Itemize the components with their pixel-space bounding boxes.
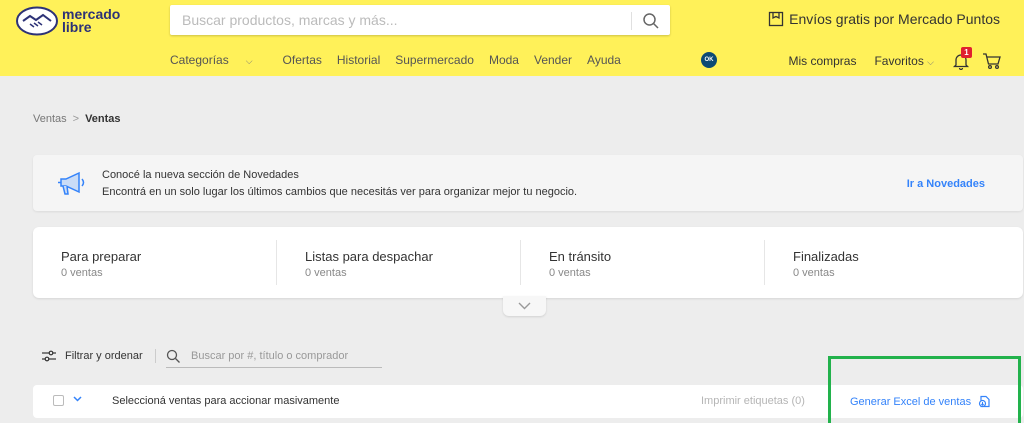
chevron-down-icon: ⌵: [245, 56, 253, 66]
select-all-checkbox[interactable]: [53, 395, 64, 406]
tab-count: 0 ventas: [61, 267, 103, 279]
favorites-link[interactable]: Favoritos ⌵: [874, 54, 934, 68]
nav-history[interactable]: Historial: [337, 53, 380, 67]
promo-disc-icon[interactable]: OK: [701, 52, 717, 68]
search-divider: [631, 12, 632, 30]
main-nav: Categorías ⌵ Ofertas Historial Supermerca…: [170, 53, 636, 67]
tab-title: Listas para despachar: [305, 249, 433, 264]
breadcrumb-parent[interactable]: Ventas: [33, 113, 67, 125]
notice-title: Conocé la nueva sección de Novedades: [102, 169, 299, 181]
tab-count: 0 ventas: [793, 267, 835, 279]
cart-icon[interactable]: [982, 52, 1002, 70]
go-to-news-link[interactable]: Ir a Novedades: [907, 178, 985, 190]
search-input[interactable]: Buscar productos, marcas y más...: [182, 12, 398, 28]
logo-line2: libre: [62, 19, 92, 35]
nav-supermarket[interactable]: Supermercado: [395, 53, 474, 67]
search-icon: [166, 349, 180, 363]
tab-title: Para preparar: [61, 249, 142, 264]
user-nav: Mis compras Favoritos ⌵ 1: [788, 47, 1002, 71]
logo-text: mercado libre: [62, 7, 120, 35]
handshake-logo-icon: [16, 6, 58, 36]
sliders-icon: [42, 350, 56, 362]
breadcrumb-separator: >: [72, 113, 80, 125]
sales-search-field[interactable]: Buscar por #, título o comprador: [166, 346, 382, 368]
filter-bar: Filtrar y ordenar: [42, 349, 168, 363]
chevron-down-icon[interactable]: [73, 396, 82, 402]
breadcrumb-current: Ventas: [85, 113, 121, 125]
tab-title: En tránsito: [549, 249, 612, 264]
tab-to-prepare[interactable]: Para preparar 0 ventas: [33, 240, 277, 285]
nav-categories[interactable]: Categorías ⌵: [170, 53, 268, 67]
highlight-box: [828, 356, 1021, 423]
bulk-select-label: Seleccioná ventas para accionar masivame…: [112, 395, 340, 407]
sales-status-tabs: Para preparar 0 ventas Listas para despa…: [33, 227, 1023, 298]
nav-sell[interactable]: Vender: [534, 53, 572, 67]
expand-tabs-button[interactable]: [503, 296, 546, 316]
tab-count: 0 ventas: [305, 267, 347, 279]
print-labels-button[interactable]: Imprimir etiquetas (0): [701, 395, 805, 407]
chevron-down-icon: ⌵: [927, 57, 934, 67]
promo-text: Envíos gratis por Mercado Puntos: [789, 11, 1000, 27]
logo[interactable]: mercado libre: [16, 6, 120, 36]
tab-count: 0 ventas: [549, 267, 591, 279]
filter-divider: [154, 349, 156, 363]
my-purchases-link[interactable]: Mis compras: [788, 54, 856, 68]
shipping-promo[interactable]: Envíos gratis por Mercado Puntos: [768, 11, 1000, 27]
search-box[interactable]: Buscar productos, marcas y más...: [170, 5, 670, 35]
tab-title: Finalizadas: [793, 249, 859, 264]
notifications-button[interactable]: 1: [952, 47, 972, 71]
nav-offers[interactable]: Ofertas: [283, 53, 322, 67]
notice-text: Encontrá en un solo lugar los últimos ca…: [102, 186, 578, 198]
notification-badge: 1: [961, 47, 972, 58]
tab-ready-to-ship[interactable]: Listas para despachar 0 ventas: [277, 240, 521, 285]
chevron-down-icon: [518, 302, 531, 310]
tab-in-transit[interactable]: En tránsito 0 ventas: [521, 240, 765, 285]
nav-help[interactable]: Ayuda: [587, 53, 621, 67]
box-icon: [768, 11, 784, 27]
tab-finished[interactable]: Finalizadas 0 ventas: [765, 240, 1009, 285]
megaphone-icon: [58, 171, 85, 195]
sales-search-input[interactable]: Buscar por #, título o comprador: [191, 350, 348, 362]
header: mercado libre Buscar productos, marcas y…: [0, 0, 1024, 76]
search-icon[interactable]: [642, 12, 660, 30]
filter-sort-button[interactable]: Filtrar y ordenar: [65, 350, 143, 362]
news-notice: Conocé la nueva sección de Novedades Enc…: [33, 155, 1023, 211]
breadcrumb: Ventas > Ventas: [33, 113, 121, 125]
nav-fashion[interactable]: Moda: [489, 53, 519, 67]
